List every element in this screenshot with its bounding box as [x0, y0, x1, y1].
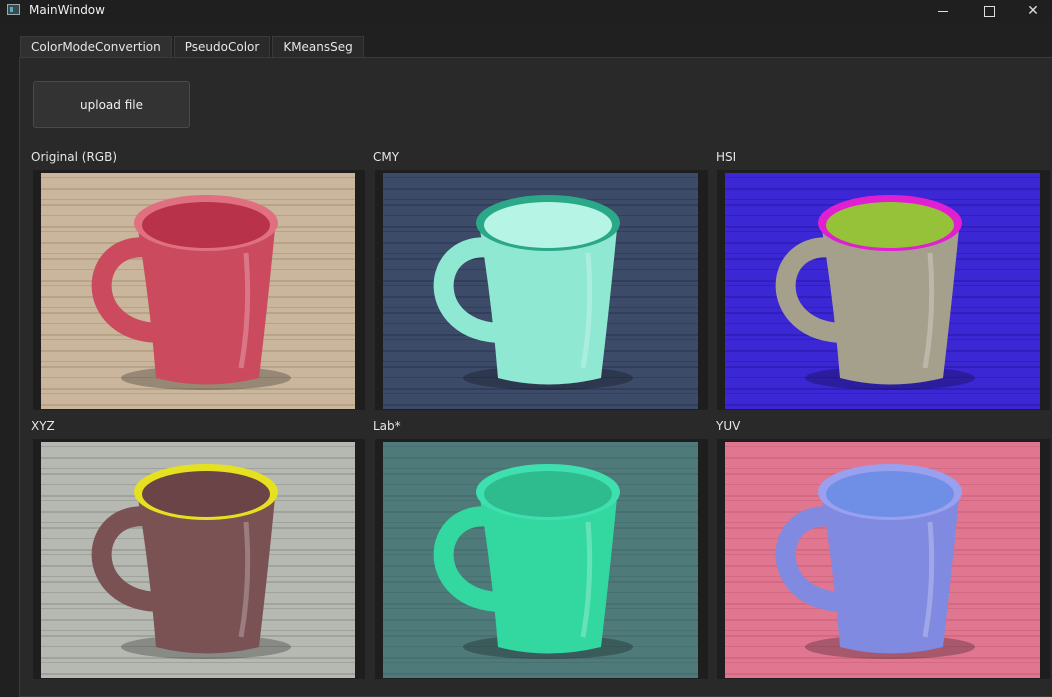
- image-cmy: [375, 170, 708, 410]
- image-label-xyz: XYZ: [31, 419, 55, 433]
- image-label-cmy: CMY: [373, 150, 400, 164]
- image-yuv: [717, 439, 1050, 679]
- image-hsi: [717, 170, 1050, 410]
- maximize-icon: [983, 5, 995, 17]
- minimize-button[interactable]: [920, 0, 966, 22]
- app-icon: [7, 4, 20, 15]
- upload-file-button[interactable]: upload file: [33, 81, 190, 128]
- image-label-lab: Lab*: [373, 419, 401, 433]
- tab-kmeans-seg[interactable]: KMeansSeg: [272, 36, 364, 57]
- tab-bar: ColorModeConvertion PseudoColor KMeansSe…: [20, 36, 366, 58]
- image-xyz: [33, 439, 365, 679]
- close-button[interactable]: ✕: [1010, 0, 1052, 22]
- minimize-icon: [938, 10, 948, 12]
- window-title: MainWindow: [29, 3, 105, 17]
- image-lab: [375, 439, 708, 679]
- tab-color-mode-convertion[interactable]: ColorModeConvertion: [20, 36, 172, 58]
- image-label-yuv: YUV: [716, 419, 741, 433]
- title-bar: MainWindow ✕: [0, 0, 1052, 22]
- image-original: [33, 170, 365, 410]
- close-icon: ✕: [1027, 3, 1039, 19]
- image-label-hsi: HSI: [716, 150, 737, 164]
- tab-pseudo-color[interactable]: PseudoColor: [173, 36, 271, 57]
- maximize-button[interactable]: [966, 0, 1012, 22]
- image-label-original: Original (RGB): [31, 150, 118, 164]
